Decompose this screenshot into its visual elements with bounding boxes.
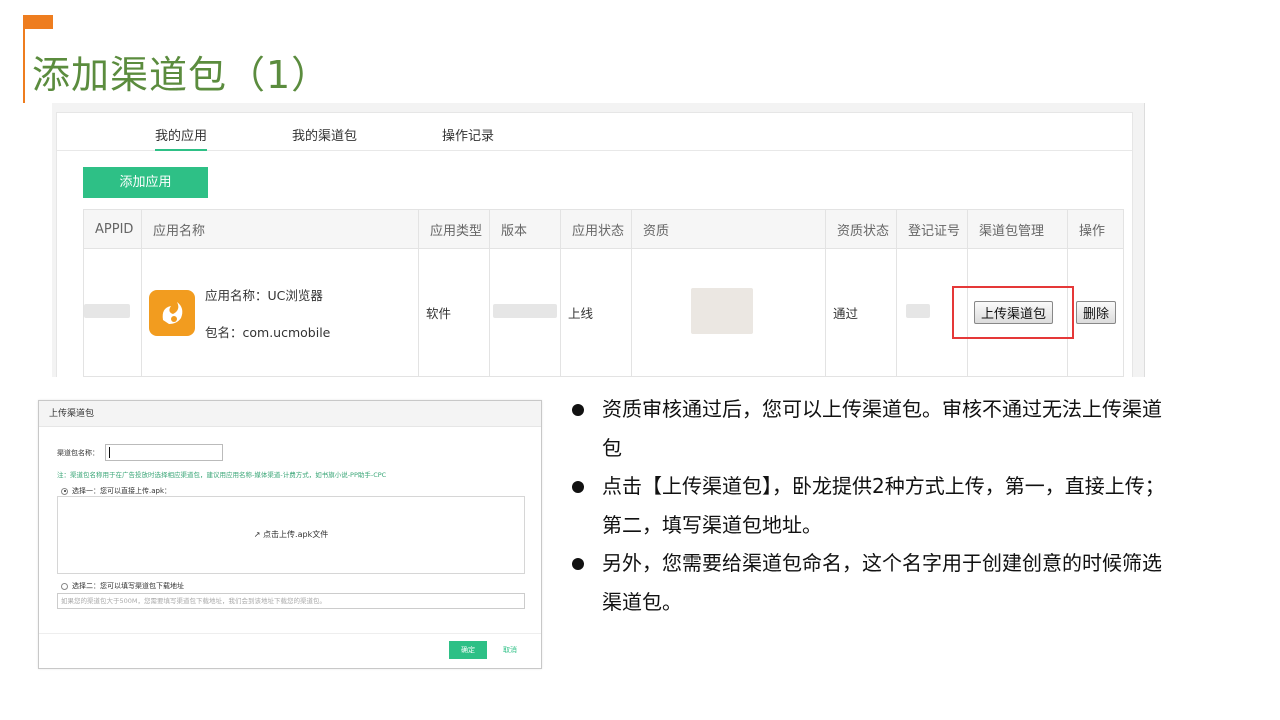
option-download-url[interactable]: 选择二：您可以填写渠道包下载地址 <box>61 581 184 591</box>
add-app-button[interactable]: 添加应用 <box>83 167 208 198</box>
blurred-appid <box>84 304 130 318</box>
bullet-text: 点击【上传渠道包】，卧龙提供2种方式上传，第一，直接上传；第二，填写渠道包地址。 <box>602 474 1165 537</box>
highlight-frame <box>952 286 1074 339</box>
cell-app-type: 软件 <box>418 248 490 377</box>
title-accent-bar <box>23 15 53 29</box>
blurred-qualification-image <box>691 288 753 334</box>
bullet-item: 另外，您需要给渠道包命名，这个名字用于创建创意的时候筛选渠道包。 <box>570 544 1180 621</box>
dialog-footer-divider <box>39 633 541 634</box>
col-header-actions: 操作 <box>1067 209 1124 249</box>
tab-operation-log[interactable]: 操作记录 <box>442 125 494 144</box>
tab-my-apps[interactable]: 我的应用 <box>155 125 208 151</box>
bullet-text: 另外，您需要给渠道包命名，这个名字用于创建创意的时候筛选渠道包。 <box>602 551 1162 614</box>
col-header-app-type: 应用类型 <box>418 209 490 249</box>
app-name-text: 应用名称：UC浏览器 <box>205 287 323 303</box>
bullet-dot-icon <box>572 481 584 493</box>
app-list-screenshot: 我的应用 我的渠道包 操作记录 添加应用 APPID 应用名称 应用类型 版本 … <box>52 103 1145 377</box>
title-accent-line <box>23 15 25 103</box>
blurred-version <box>493 304 557 318</box>
confirm-button[interactable]: 确定 <box>449 641 487 659</box>
naming-note: 注：渠道包名称用于在广告投放时选择相应渠道包，建议用应用名称-媒体渠道-计费方式… <box>57 471 387 479</box>
radio-unselected-icon[interactable] <box>61 582 68 590</box>
col-header-app-status: 应用状态 <box>560 209 632 249</box>
package-name-text: 包名：com.ucmobile <box>205 324 331 340</box>
bullet-dot-icon <box>572 404 584 416</box>
uc-browser-logo-icon <box>149 289 195 336</box>
cancel-button[interactable]: 取消 <box>503 645 517 655</box>
radio-selected-icon[interactable] <box>61 487 68 495</box>
col-header-channel-mgmt: 渠道包管理 <box>967 209 1068 249</box>
text-caret <box>109 447 110 458</box>
delete-button[interactable]: 删除 <box>1076 301 1117 324</box>
bullet-text: 资质审核通过后，您可以上传渠道包。审核不通过无法上传渠道包 <box>602 397 1162 460</box>
apk-upload-area[interactable]: ↗ 点击上传.apk文件 <box>57 496 525 574</box>
cell-qual-status: 通过 <box>825 248 897 377</box>
download-url-input[interactable]: 如果您的渠道包大于500M，您需要填写渠道包下载地址，我们会到该地址下载您的渠道… <box>57 593 525 609</box>
col-header-version: 版本 <box>489 209 561 249</box>
bullet-dot-icon <box>572 558 584 570</box>
cell-actions: 删除 <box>1067 248 1124 377</box>
col-header-registration: 登记证号 <box>896 209 968 249</box>
tab-my-channel-packages[interactable]: 我的渠道包 <box>292 125 357 144</box>
col-header-qual-status: 资质状态 <box>825 209 897 249</box>
slide-title: 添加渠道包（1） <box>32 53 331 97</box>
col-header-appid: APPID <box>83 209 142 249</box>
table-header-row: APPID 应用名称 应用类型 版本 应用状态 资质 资质状态 登记证号 渠道包… <box>83 209 1124 249</box>
channel-name-label: 渠道包名称： <box>57 449 99 457</box>
bullet-list: 资质审核通过后，您可以上传渠道包。审核不通过无法上传渠道包 点击【上传渠道包】，… <box>570 390 1180 621</box>
option-direct-upload-label: 选择一：您可以直接上传.apk： <box>72 487 172 495</box>
upload-dialog-screenshot: 上传渠道包 渠道包名称： 注：渠道包名称用于在广告投放时选择相应渠道包，建议用应… <box>38 400 542 669</box>
cell-app-status: 上线 <box>560 248 632 377</box>
col-header-qualification: 资质 <box>631 209 826 249</box>
option-download-url-label: 选择二：您可以填写渠道包下载地址 <box>72 582 184 590</box>
cell-version <box>489 248 561 377</box>
channel-name-input[interactable] <box>105 444 223 461</box>
cell-app-name: 应用名称：UC浏览器 包名：com.ucmobile <box>141 248 419 377</box>
bullet-item: 点击【上传渠道包】，卧龙提供2种方式上传，第一，直接上传；第二，填写渠道包地址。 <box>570 467 1180 544</box>
dialog-title: 上传渠道包 <box>39 401 541 427</box>
option-direct-upload[interactable]: 选择一：您可以直接上传.apk： <box>61 486 171 496</box>
blurred-registration <box>906 304 930 318</box>
cell-qualification <box>631 248 826 377</box>
upload-apk-text[interactable]: 点击上传.apk文件 <box>263 530 328 539</box>
tab-bar: 我的应用 我的渠道包 操作记录 <box>57 113 1132 151</box>
col-header-app-name: 应用名称 <box>141 209 419 249</box>
bullet-item: 资质审核通过后，您可以上传渠道包。审核不通过无法上传渠道包 <box>570 390 1180 467</box>
external-link-icon: ↗ <box>253 530 261 539</box>
cell-appid <box>83 248 142 377</box>
